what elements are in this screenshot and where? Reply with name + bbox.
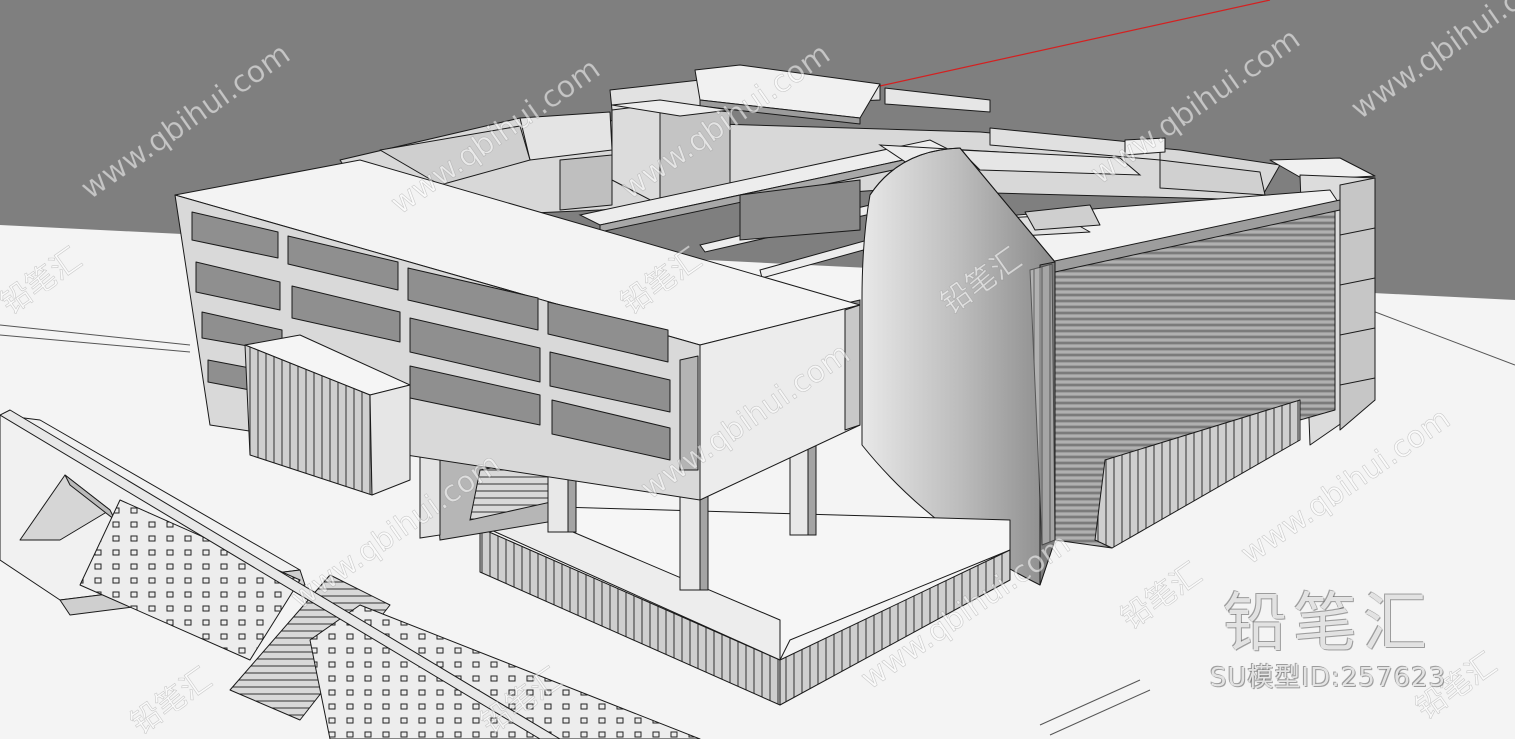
building-scene[interactable]: www.qbihui.com www.qbihui.com www.qbihui… [0, 0, 1515, 739]
model-viewport[interactable]: www.qbihui.com www.qbihui.com www.qbihui… [0, 0, 1515, 739]
